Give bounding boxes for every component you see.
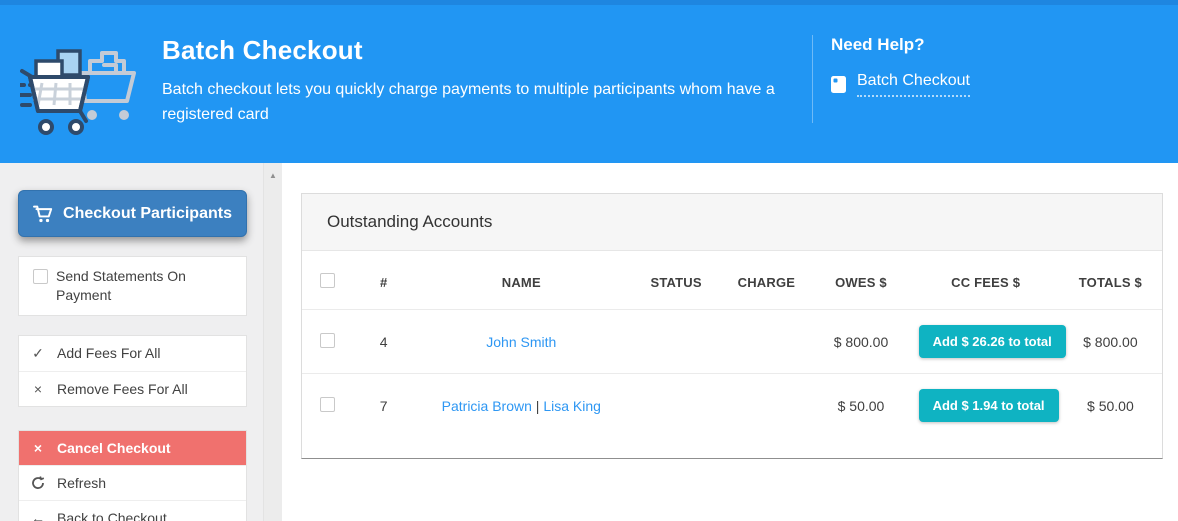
total-cell: $ 50.00	[1059, 374, 1162, 438]
participant-name-cell: John Smith	[414, 310, 629, 374]
add-fees-label: Add Fees For All	[57, 345, 161, 361]
charge-cell	[723, 310, 809, 374]
outstanding-accounts-table: # NAME STATUS CHARGE OWES $ CC FEES $ TO…	[302, 251, 1162, 437]
owes-cell: $ 800.00	[809, 310, 912, 374]
page-header: Batch Checkout Batch checkout lets you q…	[0, 0, 1178, 163]
cart-icon	[33, 205, 53, 223]
left-arrow-icon: ←	[31, 510, 45, 521]
table-row: 7 Patricia Brown | Lisa King $ 50.00 Add…	[302, 374, 1162, 438]
row-checkbox[interactable]	[320, 333, 335, 348]
table-header-row: # NAME STATUS CHARGE OWES $ CC FEES $ TO…	[302, 251, 1162, 310]
x-icon: ×	[31, 440, 45, 456]
charge-cell	[723, 374, 809, 438]
status-cell	[629, 310, 724, 374]
add-fee-to-total-button[interactable]: Add $ 1.94 to total	[919, 389, 1059, 422]
status-cell	[629, 374, 724, 438]
participant-name-cell: Patricia Brown | Lisa King	[414, 374, 629, 438]
column-header-ccfees: CC FEES $	[913, 251, 1059, 310]
refresh-item[interactable]: Refresh	[19, 465, 246, 500]
need-help-title: Need Help?	[831, 35, 970, 55]
participant-link[interactable]: John Smith	[486, 334, 556, 350]
table-bottom-spacer	[302, 437, 1162, 458]
participant-link[interactable]: Lisa King	[543, 398, 601, 414]
owes-cell: $ 50.00	[809, 374, 912, 438]
back-to-checkout-item[interactable]: ← Back to Checkout	[19, 500, 246, 521]
fees-actions-card: ✓ Add Fees For All × Remove Fees For All	[18, 335, 247, 407]
refresh-icon	[31, 476, 45, 490]
participant-number: 7	[354, 374, 414, 438]
send-statements-card: Send Statements On Payment	[18, 256, 247, 316]
column-header-owes: OWES $	[809, 251, 912, 310]
column-header-charge: CHARGE	[723, 251, 809, 310]
up-arrow-icon[interactable]: ▲	[264, 172, 282, 180]
column-header-name: NAME	[414, 251, 629, 310]
column-header-status: STATUS	[629, 251, 724, 310]
content-area: Checkout Participants Send Statements On…	[0, 163, 1178, 521]
book-icon	[831, 76, 846, 93]
header-text-block: Batch Checkout Batch checkout lets you q…	[162, 30, 802, 128]
shopping-cart-illustration-icon	[20, 33, 140, 138]
refresh-label: Refresh	[57, 475, 106, 491]
remove-fees-for-all-item[interactable]: × Remove Fees For All	[19, 371, 246, 406]
add-fee-to-total-button[interactable]: Add $ 26.26 to total	[919, 325, 1066, 358]
column-header-number: #	[354, 251, 414, 310]
participant-number: 4	[354, 310, 414, 374]
page-subtitle: Batch checkout lets you quickly charge p…	[162, 78, 802, 128]
cancel-checkout-label: Cancel Checkout	[57, 440, 171, 456]
sidebar-scrollbar[interactable]: ▲	[263, 163, 282, 521]
x-icon: ×	[31, 381, 45, 397]
checkout-actions-card: × Cancel Checkout Refresh ← Back to Chec…	[18, 430, 247, 521]
remove-fees-label: Remove Fees For All	[57, 381, 188, 397]
panel-title: Outstanding Accounts	[302, 194, 1162, 251]
need-help-block: Need Help? Batch Checkout	[831, 35, 970, 97]
column-header-totals: TOTALS $	[1059, 251, 1162, 310]
table-row: 4 John Smith $ 800.00 Add $ 26.26 to tot…	[302, 310, 1162, 374]
check-icon: ✓	[31, 345, 45, 362]
help-link-batch-checkout[interactable]: Batch Checkout	[857, 72, 970, 97]
send-statements-label: Send Statements On Payment	[56, 267, 234, 305]
add-fees-for-all-item[interactable]: ✓ Add Fees For All	[19, 336, 246, 371]
name-separator: |	[532, 398, 543, 414]
select-all-checkbox[interactable]	[320, 273, 335, 288]
main-area: Outstanding Accounts # NAME STATUS CHARG…	[282, 163, 1178, 521]
participant-link[interactable]: Patricia Brown	[442, 398, 532, 414]
row-checkbox[interactable]	[320, 397, 335, 412]
header-divider	[812, 35, 813, 123]
total-cell: $ 800.00	[1059, 310, 1162, 374]
page-title: Batch Checkout	[162, 35, 802, 66]
checkout-participants-label: Checkout Participants	[63, 205, 232, 223]
back-label: Back to Checkout	[57, 510, 167, 521]
outstanding-accounts-panel: Outstanding Accounts # NAME STATUS CHARG…	[301, 193, 1163, 459]
send-statements-checkbox[interactable]	[33, 269, 48, 284]
checkout-participants-button[interactable]: Checkout Participants	[18, 190, 247, 237]
table-body: 4 John Smith $ 800.00 Add $ 26.26 to tot…	[302, 310, 1162, 438]
sidebar: Checkout Participants Send Statements On…	[0, 163, 263, 521]
cancel-checkout-item[interactable]: × Cancel Checkout	[19, 431, 246, 465]
